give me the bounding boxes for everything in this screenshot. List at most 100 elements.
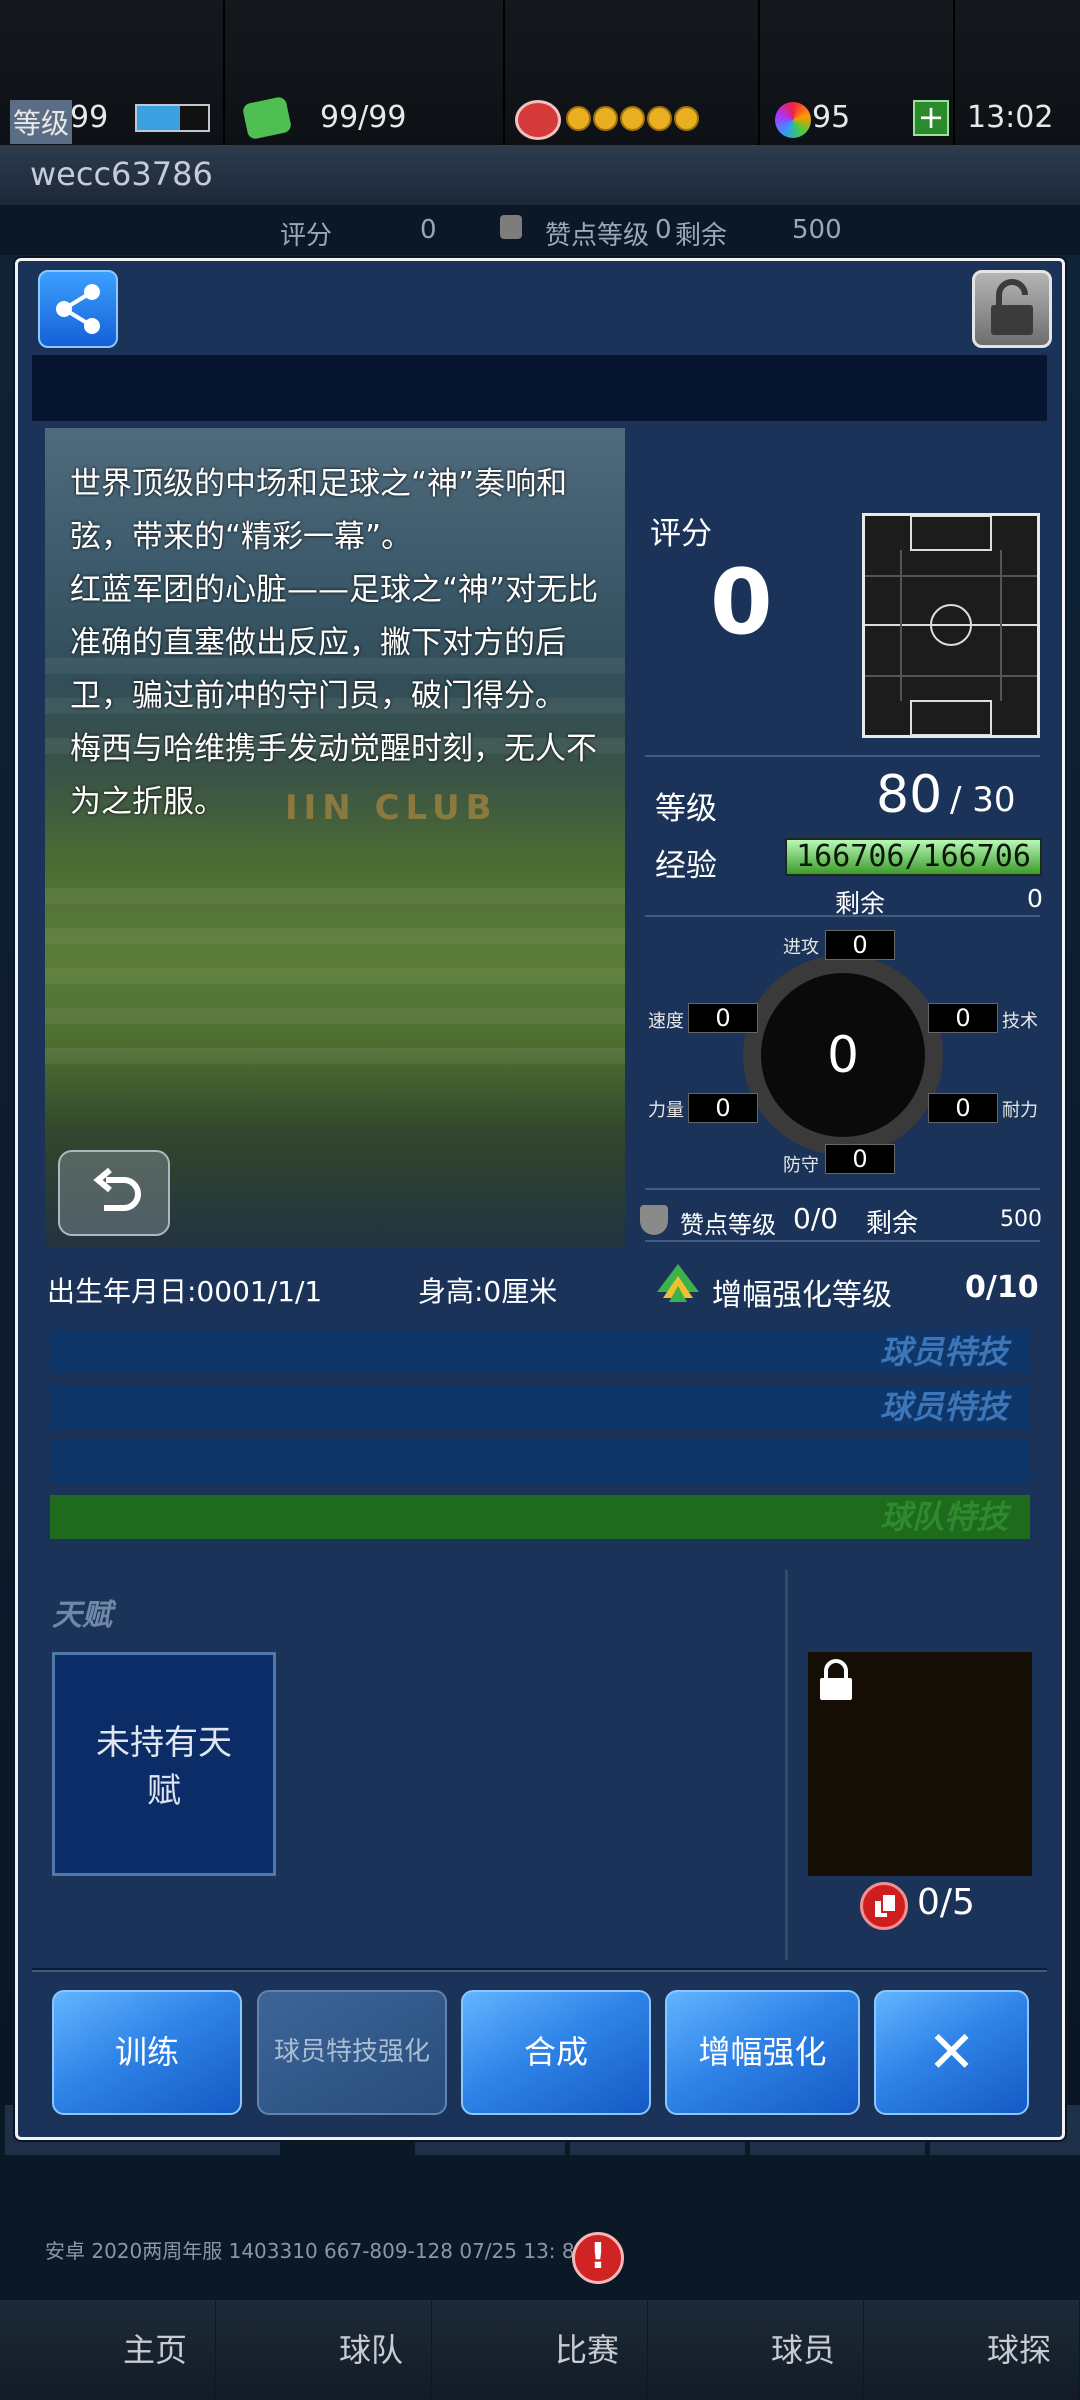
nav-match[interactable]: 比赛 xyxy=(432,2300,647,2400)
nav-home-label: 主页 xyxy=(122,2331,187,2369)
nav-home[interactable]: 主页 xyxy=(0,2300,215,2400)
team-skill-slot[interactable]: 球队特技 xyxy=(50,1495,1030,1539)
skill-boost-button[interactable]: 球员特技强化 xyxy=(257,1990,447,2115)
talent-none-label: 未持有天赋 xyxy=(96,1723,232,1811)
player-skill-slot[interactable]: 球员特技 xyxy=(50,1330,1030,1374)
exp-bar: 166706/166706 xyxy=(785,838,1042,876)
tech-value: 0 xyxy=(928,1003,998,1033)
rating-label: 评分 xyxy=(650,516,712,552)
tech-label: 技术 xyxy=(1002,1011,1038,1032)
talent-title: 天赋 xyxy=(52,1598,112,1633)
add-gems-icon[interactable]: + xyxy=(913,100,949,136)
vertical-divider xyxy=(785,1570,788,1960)
stamina-value: 0 xyxy=(928,1093,998,1123)
close-button[interactable]: ✕ xyxy=(874,1990,1029,2115)
defense-label: 防守 xyxy=(783,1155,819,1176)
divider xyxy=(645,1188,1040,1190)
locked-slot[interactable] xyxy=(808,1652,1032,1876)
coin-row-icon xyxy=(566,106,702,134)
description-line: 红蓝军团的心脏——足球之“神”对无比准确的直塞做出反应，撇下对方的后卫，骗过前冲… xyxy=(70,572,599,714)
scorebar-remain-value: 500 xyxy=(792,215,842,245)
gem-icon xyxy=(775,102,811,138)
level-label: 等级 xyxy=(655,791,717,827)
nav-player-label: 球员 xyxy=(770,2331,835,2369)
divider xyxy=(645,1240,1040,1242)
coin-badge-icon xyxy=(515,100,561,140)
power-value: 0 xyxy=(688,1093,758,1123)
card-description: 世界顶级的中场和足球之“神”奏响和弦，带来的“精彩一幕”。 红蓝军团的心脏——足… xyxy=(70,458,610,829)
birth-date: 出生年月日:0001/1/1 xyxy=(47,1275,323,1308)
boost-level-icon xyxy=(657,1264,699,1302)
share-button[interactable] xyxy=(38,270,118,348)
exp-label: 经验 xyxy=(655,848,717,884)
nav-scout[interactable]: 球探 xyxy=(864,2300,1079,2400)
divider xyxy=(32,1968,1047,1972)
nav-match-label: 比赛 xyxy=(554,2331,619,2369)
top-status-bar: 等级 99 99/99 95 + 13:02 xyxy=(0,0,1080,145)
boost-button[interactable]: 增幅强化 xyxy=(665,1990,860,2115)
player-card-image: IIN CLUB 世界顶级的中场和足球之“神”奏响和弦，带来的“精彩一幕”。 红… xyxy=(45,428,625,1248)
nav-player[interactable]: 球员 xyxy=(648,2300,863,2400)
padlock-icon xyxy=(820,1659,852,1700)
power-label: 力量 xyxy=(648,1100,684,1121)
speed-value: 0 xyxy=(688,1003,758,1033)
player-height: 身高:0厘米 xyxy=(418,1275,558,1308)
badge-remain-value: 500 xyxy=(1000,1207,1042,1232)
level-value: 80 xyxy=(876,765,943,825)
stat-dial: 0 xyxy=(743,955,943,1155)
boost-level-value: 0/10 xyxy=(965,1270,1039,1305)
scorebar-badge-value: 0 xyxy=(655,215,672,245)
lock-button[interactable] xyxy=(972,270,1052,348)
combine-button[interactable]: 合成 xyxy=(461,1990,651,2115)
share-icon xyxy=(56,284,100,334)
level-value: 99 xyxy=(70,100,109,135)
rating-value: 0 xyxy=(710,550,773,655)
badge-shield-icon xyxy=(640,1205,668,1235)
close-icon: ✕ xyxy=(927,2018,976,2086)
card-count-icon xyxy=(860,1882,908,1930)
user-bar: wecc63786 xyxy=(0,145,1080,205)
badge-label: 赞点等级 xyxy=(680,1211,776,1239)
server-footer: 安卓 2020两周年服 1403310 667-809-128 07/25 13… xyxy=(45,2239,601,2263)
divider xyxy=(645,755,1040,757)
description-line: 梅西与哈维携手发动觉醒时刻，无人不为之折服。 xyxy=(70,731,597,820)
nav-scout-label: 球探 xyxy=(986,2331,1051,2369)
description-line: 世界顶级的中场和足球之“神”奏响和弦，带来的“精彩一幕”。 xyxy=(70,466,568,555)
stamina-value: 99/99 xyxy=(320,100,407,135)
speed-label: 速度 xyxy=(648,1011,684,1032)
scorebar-score-value: 0 xyxy=(420,215,437,245)
level-label: 等级 xyxy=(10,100,73,144)
badge-value: 0/0 xyxy=(793,1202,839,1235)
scorebar-badge-label: 赞点等级 xyxy=(545,221,650,251)
remain-value: 0 xyxy=(1027,884,1043,913)
divider xyxy=(645,915,1040,917)
nav-team-label: 球队 xyxy=(338,2331,403,2369)
train-button[interactable]: 训练 xyxy=(52,1990,242,2115)
attack-label: 进攻 xyxy=(783,937,819,958)
nav-team[interactable]: 球队 xyxy=(216,2300,431,2400)
padlock-open-icon xyxy=(991,279,1033,335)
clock: 13:02 xyxy=(967,100,1054,135)
talent-box[interactable]: 未持有天赋 xyxy=(52,1652,276,1876)
return-arrow-icon xyxy=(93,1167,141,1211)
level-max: / 30 xyxy=(950,780,1016,820)
player-skill-slot[interactable]: 球员特技 xyxy=(50,1385,1030,1429)
badge-shield-icon xyxy=(500,215,522,239)
empty-skill-slot[interactable] xyxy=(50,1440,1030,1484)
scorebar-remain-label: 剩余 xyxy=(675,221,728,251)
attack-value: 0 xyxy=(825,930,895,960)
alert-icon: ! xyxy=(572,2232,624,2284)
flip-card-button[interactable] xyxy=(58,1150,170,1236)
stamina-label: 耐力 xyxy=(1002,1100,1038,1121)
boost-level-label: 增幅强化等级 xyxy=(712,1278,892,1313)
formation-field xyxy=(862,513,1040,738)
player-name-bar xyxy=(32,355,1047,421)
slot-count: 0/5 xyxy=(917,1882,975,1923)
level-progress xyxy=(135,104,210,132)
defense-value: 0 xyxy=(825,1144,895,1174)
scorebar-score-label: 评分 xyxy=(280,221,333,251)
gems-value: 95 xyxy=(812,100,851,135)
badge-remain-label: 剩余 xyxy=(866,1209,919,1239)
score-bar: 评分 0 赞点等级 0 剩余 500 xyxy=(0,205,1080,255)
username: wecc63786 xyxy=(30,155,213,193)
